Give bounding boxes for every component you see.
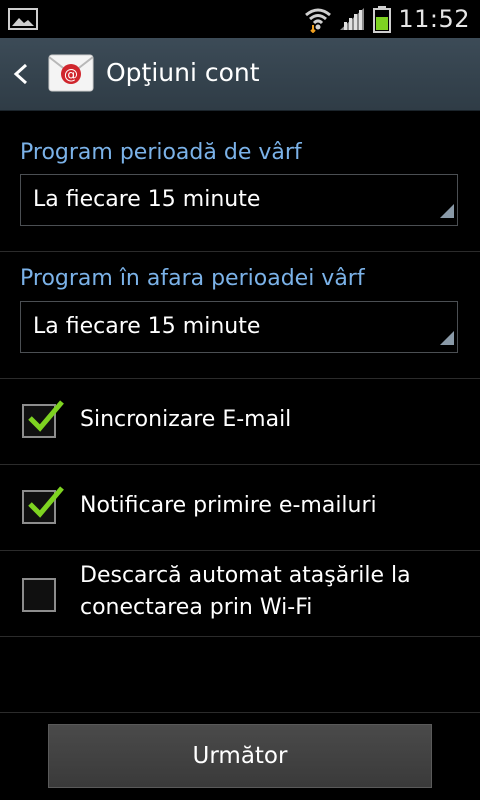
divider [0,378,480,379]
peak-schedule-spinner[interactable]: La fiecare 15 minute [20,174,458,226]
divider [0,550,480,551]
peak-schedule-label: Program perioadă de vârf [20,140,302,165]
sync-email-checkbox[interactable] [22,400,64,438]
option-auto-download[interactable]: Descarcă automat ataşările la conectarea… [0,552,480,636]
offpeak-schedule-label: Program în afara perioadei vârf [20,266,365,291]
email-icon: @ [48,54,94,96]
battery-icon [372,5,392,33]
auto-download-label-line1: Descarcă automat ataşările la [80,563,411,588]
status-clock: 11:52 [398,5,470,33]
checkmark-icon [28,400,64,432]
status-bar: 11:52 [0,0,480,38]
checkmark-icon [28,486,64,518]
notify-email-checkbox[interactable] [22,486,64,524]
chevron-left-icon[interactable] [12,63,30,89]
footer-divider [0,712,480,713]
auto-download-label-line2: conectarea prin Wi-Fi [80,595,313,620]
auto-download-checkbox[interactable] [22,578,56,612]
divider [0,251,480,252]
dropdown-corner-icon [440,203,454,222]
divider [0,636,480,637]
page-title: Opţiuni cont [106,58,260,87]
next-button[interactable]: Următor [48,724,432,788]
divider [0,464,480,465]
signal-icon [338,6,366,32]
offpeak-schedule-value: La fiecare 15 minute [33,314,261,339]
offpeak-schedule-spinner[interactable]: La fiecare 15 minute [20,301,458,353]
svg-text:@: @ [64,67,78,83]
action-bar: @ Opţiuni cont [0,38,480,111]
peak-schedule-value: La fiecare 15 minute [33,187,261,212]
dropdown-corner-icon [440,330,454,349]
option-notify-email[interactable]: Notificare primire e-mailuri [0,466,480,550]
option-sync-email[interactable]: Sincronizare E-mail [0,380,480,464]
wifi-icon [304,5,332,33]
notify-email-label: Notificare primire e-mailuri [80,493,377,518]
auto-download-label: Descarcă automat ataşările la conectarea… [80,560,411,624]
sync-email-label: Sincronizare E-mail [80,407,292,432]
status-icons: 11:52 [304,0,470,38]
gallery-icon [8,8,38,34]
